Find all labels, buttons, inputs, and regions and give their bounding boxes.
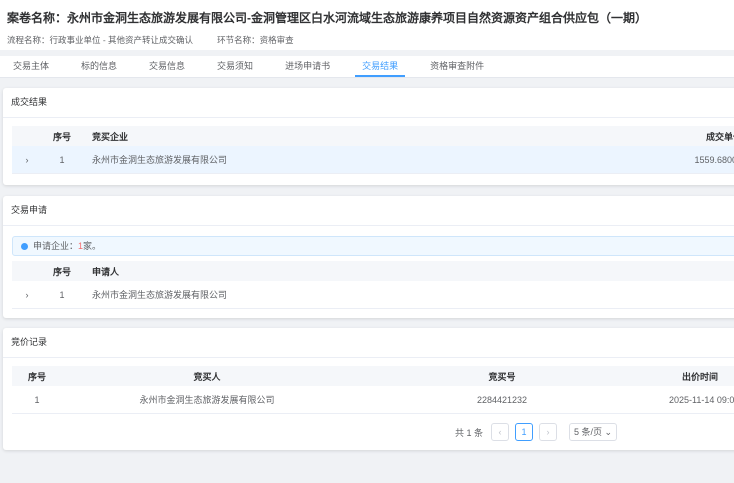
next-page-button[interactable]: ›	[539, 423, 558, 441]
card-title: 竞价记录	[3, 328, 734, 358]
cell-price: 1559.68000	[694, 154, 734, 165]
result-table: 序号 竞买企业 成交单价 › 1 永州市金洞生态旅游发展有限公司 1559.68000	[12, 126, 734, 174]
alert-text: 申请企业：	[33, 241, 79, 251]
page-size-select[interactable]: 5 条/页 ⌄	[569, 423, 618, 441]
cell-name: 永州市金洞生态旅游发展有限公司	[139, 395, 275, 405]
bid-table: 序号 竞买人 竞买号 出价时间 1 永州市金洞生态旅游发展有限公司 2284421232 2…	[12, 366, 734, 414]
col-header: 申请人	[92, 266, 120, 277]
table-row[interactable]: › 1 永州市金洞生态旅游发展有限公司	[12, 281, 734, 309]
tab-target-info[interactable]: 标的信息	[74, 56, 124, 77]
card-title: 成交结果	[3, 88, 734, 118]
apply-table: 序号 申请人 › 1 永州市金洞生态旅游发展有限公司	[12, 261, 734, 309]
cell-no: 1	[34, 394, 40, 405]
page-1-button[interactable]: 1	[515, 423, 534, 441]
tab-attachments[interactable]: 资格审查附件	[423, 56, 491, 77]
expand-icon[interactable]: ›	[12, 155, 42, 165]
prev-page-button[interactable]: ‹	[491, 423, 510, 441]
page-title: 案卷名称：永州市金洞生态旅游发展有限公司-金洞管理区白水河流域生态旅游康养项目自…	[7, 11, 648, 25]
col-header: 序号	[52, 131, 71, 142]
col-header: 竞买企业	[92, 131, 129, 142]
total-count: 共 1 条	[455, 427, 484, 438]
tab-trade-info[interactable]: 交易信息	[142, 56, 192, 77]
expand-icon[interactable]: ›	[12, 290, 42, 300]
alert-suffix: 家。	[83, 241, 102, 251]
col-header: 序号	[27, 371, 46, 382]
page-header: 案卷名称：永州市金洞生态旅游发展有限公司-金洞管理区白水河流域生态旅游康养项目自…	[0, 0, 734, 50]
cell-no: 1	[59, 154, 65, 165]
cell-code: 2284421232	[476, 394, 528, 405]
pagination: 共 1 条 ‹ 1 › 5 条/页 ⌄	[455, 423, 734, 441]
node-name: 环节名称：资格审查	[217, 35, 294, 45]
info-icon	[21, 243, 28, 251]
col-header: 成交单价	[705, 131, 734, 142]
tab-trade-notice[interactable]: 交易须知	[210, 56, 260, 77]
tab-trade-result[interactable]: 交易结果	[355, 56, 406, 77]
info-alert: 申请企业：1家。	[12, 236, 734, 256]
cell-name: 永州市金洞生态旅游发展有限公司	[92, 290, 228, 300]
table-row: 1 永州市金洞生态旅游发展有限公司 2284421232 2025-11-14 09:…	[12, 386, 734, 414]
cell-name: 永州市金洞生态旅游发展有限公司	[92, 155, 228, 165]
cell-no: 1	[59, 289, 65, 300]
cell-time: 2025-11-14 09:00:00	[669, 394, 734, 405]
result-card: 成交结果 序号 竞买企业 成交单价 › 1 永州市金洞生态旅游发展有限公司 1559.68…	[3, 88, 734, 185]
col-header: 竞买人	[193, 371, 221, 382]
tab-application[interactable]: 进场申请书	[278, 56, 337, 77]
bid-card: 竞价记录 序号 竞买人 竞买号 出价时间 1 永州市金洞生态旅游发展有限公司 228442…	[3, 328, 734, 450]
card-title: 交易申请	[3, 196, 734, 226]
apply-card: 交易申请 申请企业：1家。 序号 申请人 › 1 永州市金洞生态旅游发展有限公司	[3, 196, 734, 318]
table-row[interactable]: › 1 永州市金洞生态旅游发展有限公司 1559.68000	[12, 146, 734, 174]
col-header: 出价时间	[682, 371, 719, 382]
process-name: 流程名称：行政事业单位 - 其他资产转让成交确认	[7, 35, 194, 45]
col-header: 竞买号	[488, 371, 516, 382]
col-header: 序号	[52, 266, 71, 277]
tab-bar: 交易主体 标的信息 交易信息 交易须知 进场申请书 交易结果 资格审查附件	[0, 56, 734, 78]
tab-trade-subject[interactable]: 交易主体	[6, 56, 56, 77]
